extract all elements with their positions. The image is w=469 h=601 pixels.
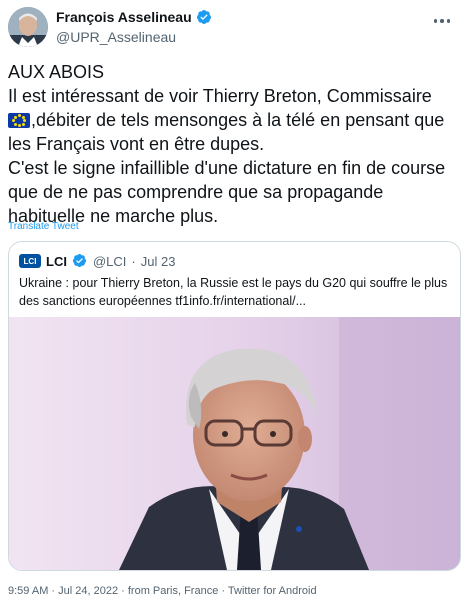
quoted-tweet[interactable]: LCI LCI @LCI · Jul 23 Ukraine : pour Thi… [8, 241, 461, 571]
tweet-text: AUX ABOIS Il est intéressant de voir Thi… [8, 60, 460, 228]
tweet-line: Il est intéressant de voir Thierry Breto… [8, 86, 432, 106]
quoted-tweet-text: Ukraine : pour Thierry Breton, la Russie… [19, 274, 449, 310]
tweet-date[interactable]: Jul 24, 2022 [48, 585, 118, 597]
eu-flag-emoji [8, 113, 30, 128]
tweet-client[interactable]: Twitter for Android [218, 585, 316, 597]
tweet-line: les Français vont en être dupes. [8, 134, 265, 154]
tweet-line: ,débiter de tels mensonges à la télé en … [8, 108, 460, 132]
quoted-tweet-header: LCI LCI @LCI · Jul 23 [19, 253, 175, 269]
separator-dot: · [131, 253, 136, 269]
verified-badge-icon [196, 9, 212, 25]
quoted-author-name[interactable]: LCI [46, 254, 67, 269]
author-block: François Asselineau @UPR_Asselineau [56, 9, 212, 45]
quoted-text-line: des sanctions européennes tf1info.fr/int… [19, 294, 306, 308]
tweet-time[interactable]: 9:59 AM [8, 585, 48, 597]
quoted-tweet-date[interactable]: Jul 23 [141, 254, 176, 269]
translate-tweet-link[interactable]: Translate Tweet [8, 221, 79, 232]
tweet-line: C'est le signe infaillible d'une dictatu… [8, 158, 446, 178]
author-handle[interactable]: @UPR_Asselineau [56, 29, 212, 45]
lci-logo[interactable]: LCI [19, 254, 41, 268]
quoted-tweet-image[interactable] [9, 317, 460, 570]
quoted-text-line: Ukraine : pour Thierry Breton, la Russie… [19, 276, 448, 290]
tweet-metadata: 9:59 AMJul 24, 2022from Paris, FranceTwi… [8, 585, 317, 597]
verified-badge-icon [72, 253, 88, 269]
quoted-author-handle[interactable]: @LCI [93, 254, 126, 269]
tweet-line-text: ,débiter de tels mensonges à la télé en … [31, 110, 445, 130]
more-options-icon[interactable] [431, 12, 453, 30]
tweet-line: que de ne pas comprendre que sa propagan… [8, 182, 384, 202]
author-name[interactable]: François Asselineau [56, 9, 192, 25]
tweet-location: from Paris, France [118, 585, 218, 597]
tweet-line: AUX ABOIS [8, 62, 105, 82]
author-avatar[interactable] [8, 7, 48, 47]
